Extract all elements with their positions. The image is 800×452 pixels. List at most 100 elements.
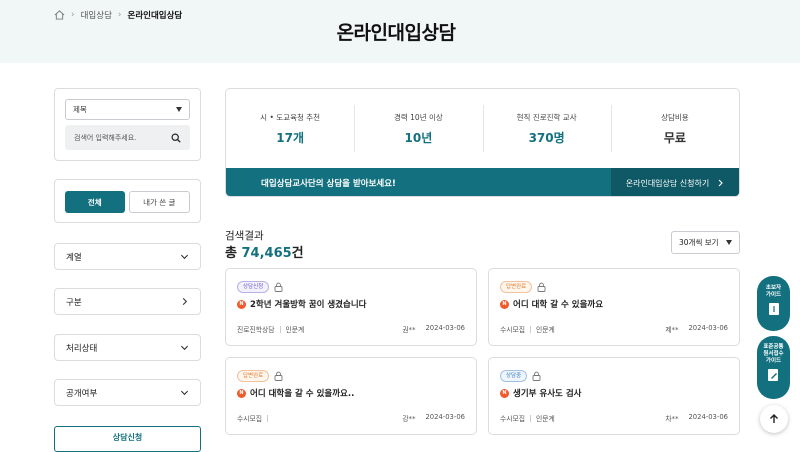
new-badge-icon: N bbox=[500, 299, 509, 309]
card-title[interactable]: 생기부 유사도 검사 bbox=[513, 387, 581, 399]
consult-banner: 대입상담교사단의 상담을 받아보세요! 온라인대입상담 신청하기 bbox=[226, 168, 739, 196]
search-icon[interactable] bbox=[171, 132, 181, 143]
chevron-right-icon bbox=[182, 297, 188, 306]
card-title[interactable]: 2학년 겨울방학 꿈이 생겼습니다 bbox=[250, 298, 366, 310]
stat-value: 370명 bbox=[528, 130, 565, 145]
consult-card[interactable]: 답변완료 N 어디 대학을 갈 수 있을까요.. 수시모집 강** 2024-03… bbox=[225, 357, 477, 435]
card-title[interactable]: 어디 대학을 갈 수 있을까요.. bbox=[250, 387, 354, 399]
results-label: 검색결과 bbox=[225, 230, 264, 242]
consult-card[interactable]: 상담중 N 생기부 유사도 검사 수시모집 인문계 차** 2024-03-06 bbox=[488, 357, 740, 435]
status-badge: 답변완료 bbox=[237, 369, 270, 382]
card-date: 2024-03-06 bbox=[425, 413, 465, 421]
search-field-select[interactable]: 제목 bbox=[65, 99, 190, 120]
filter-field[interactable]: 계열 bbox=[54, 243, 201, 270]
card-type: 인문계 bbox=[536, 415, 555, 423]
stat-teachers: 현직 진로진학 교사 370명 bbox=[482, 89, 611, 168]
card-category: 진로진학상담 bbox=[237, 326, 275, 334]
scope-toggle: 전체 내가 쓴 글 bbox=[54, 179, 201, 223]
status-badge: 상담신청 bbox=[237, 280, 270, 293]
write-document-icon bbox=[768, 369, 778, 381]
card-author: 강** bbox=[402, 415, 416, 423]
document-icon bbox=[768, 303, 779, 315]
scroll-top-button[interactable] bbox=[760, 405, 788, 433]
status-badge: 답변완료 bbox=[500, 280, 533, 293]
lock-icon bbox=[537, 282, 546, 292]
toggle-all-button[interactable]: 전체 bbox=[65, 191, 125, 213]
lock-icon bbox=[532, 371, 541, 381]
new-badge-icon: N bbox=[237, 299, 246, 309]
caret-down-icon bbox=[726, 240, 732, 245]
filter-type[interactable]: 구분 bbox=[54, 288, 201, 315]
page-title: 온라인대입상담 bbox=[336, 22, 456, 44]
new-badge-icon: N bbox=[500, 388, 509, 398]
search-placeholder: 검색어 입력해주세요. bbox=[74, 133, 137, 142]
fab-label-line: 초보자 bbox=[765, 285, 782, 291]
per-page-select[interactable]: 30개씩 보기 bbox=[671, 231, 740, 254]
card-type: 인문계 bbox=[536, 326, 555, 334]
results-count-suffix: 건 bbox=[291, 246, 304, 261]
card-date: 2024-03-06 bbox=[688, 413, 728, 421]
divider bbox=[279, 325, 281, 333]
results-count-prefix: 총 bbox=[225, 246, 242, 261]
filter-label: 처리상태 bbox=[66, 343, 98, 354]
search-panel: 제목 검색어 입력해주세요. bbox=[54, 88, 201, 161]
fab-label-line: 원서접수 bbox=[763, 351, 784, 357]
chevron-right-icon bbox=[718, 179, 724, 187]
card-title[interactable]: 어디 대학 갈 수 있을까요 bbox=[513, 298, 603, 310]
divider bbox=[530, 414, 532, 422]
toggle-mine-button[interactable]: 내가 쓴 글 bbox=[128, 191, 190, 213]
stat-value: 10년 bbox=[404, 130, 433, 145]
beginner-guide-button[interactable]: 초보자 가이드 bbox=[757, 276, 790, 331]
fab-label-line: 가이드 bbox=[765, 292, 782, 298]
lock-icon bbox=[274, 371, 283, 381]
divider bbox=[530, 325, 532, 333]
stat-label: 시 • 도교육청 추천 bbox=[260, 112, 321, 122]
stat-experience: 경력 10년 이상 10년 bbox=[354, 89, 482, 168]
filter-label: 공개여부 bbox=[66, 388, 98, 399]
stat-label: 경력 10년 이상 bbox=[393, 112, 443, 122]
consult-card[interactable]: 상담신청 N 2학년 겨울방학 꿈이 생겼습니다 진로진학상담 인문계 권** 20… bbox=[225, 268, 477, 346]
stat-recommend: 시 • 도교육청 추천 17개 bbox=[226, 89, 354, 168]
stat-cost: 상담비용 무료 bbox=[610, 89, 739, 168]
results-count-number: 74,465 bbox=[241, 246, 292, 261]
chevron-down-icon bbox=[180, 345, 189, 351]
fab-label-line: 표준공통 bbox=[763, 344, 784, 350]
stat-value: 17개 bbox=[276, 130, 304, 145]
filter-visibility[interactable]: 공개여부 bbox=[54, 379, 201, 406]
card-category: 수시모집 bbox=[237, 415, 263, 423]
card-date: 2024-03-06 bbox=[688, 324, 728, 332]
card-type: 인문계 bbox=[285, 326, 305, 334]
stat-label: 상담비용 bbox=[661, 112, 689, 122]
card-date: 2024-03-06 bbox=[425, 324, 465, 332]
consult-card[interactable]: 답변완료 N 어디 대학 갈 수 있을까요 수시모집 인문계 제** 2024-03… bbox=[488, 268, 740, 346]
consult-request-button[interactable]: 온라인대입상담 신청하기 bbox=[611, 168, 739, 196]
filter-status[interactable]: 처리상태 bbox=[54, 334, 201, 361]
filter-label: 계열 bbox=[66, 252, 82, 263]
status-badge: 상담중 bbox=[500, 369, 528, 382]
stat-label: 현직 진로진학 교사 bbox=[516, 112, 577, 122]
per-page-value: 30개씩 보기 bbox=[679, 238, 719, 247]
arrow-up-icon bbox=[770, 414, 778, 423]
banner-button-label: 온라인대입상담 신청하기 bbox=[625, 178, 710, 188]
divider bbox=[267, 414, 269, 422]
caret-down-icon bbox=[176, 107, 182, 112]
card-category: 수시모집 bbox=[500, 326, 526, 334]
stat-value: 무료 bbox=[663, 130, 686, 145]
standard-guide-button[interactable]: 표준공통 원서접수 가이드 bbox=[757, 336, 790, 399]
banner-text: 대입상담교사단의 상담을 받아보세요! bbox=[261, 179, 396, 189]
filter-label: 구분 bbox=[66, 297, 82, 308]
card-category: 수시모집 bbox=[500, 415, 526, 423]
search-input[interactable]: 검색어 입력해주세요. bbox=[65, 125, 190, 150]
lock-icon bbox=[274, 282, 283, 292]
chevron-down-icon bbox=[180, 390, 189, 396]
card-author: 차** bbox=[665, 415, 679, 423]
results-count: 총 74,465건 bbox=[225, 242, 304, 261]
fab-label-line: 가이드 bbox=[765, 358, 782, 364]
card-author: 제** bbox=[665, 326, 679, 334]
search-field-value: 제목 bbox=[73, 105, 87, 114]
stats-panel: 시 • 도교육청 추천 17개 경력 10년 이상 10년 현직 진로진학 교사… bbox=[225, 88, 740, 197]
consult-apply-button[interactable]: 상담신청 bbox=[54, 426, 201, 452]
chevron-down-icon bbox=[180, 254, 189, 260]
card-author: 권** bbox=[402, 326, 416, 334]
new-badge-icon: N bbox=[237, 388, 246, 398]
